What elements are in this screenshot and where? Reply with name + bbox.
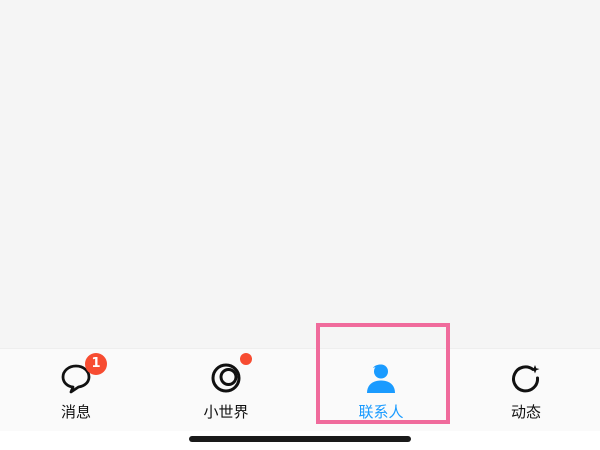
tab-messages[interactable]: 1 消息 bbox=[16, 349, 136, 431]
tab-feed-label: 动态 bbox=[510, 403, 541, 421]
world-ring-icon bbox=[209, 361, 243, 395]
unread-count-badge: 1 bbox=[85, 353, 107, 375]
contact-person-icon bbox=[364, 361, 398, 395]
new-content-dot-badge bbox=[240, 353, 252, 365]
tab-small-world[interactable]: 小世界 bbox=[166, 349, 286, 431]
tab-messages-label: 消息 bbox=[60, 403, 91, 421]
app-screen: 1 消息 小世界 联系人 动态 bbox=[0, 0, 600, 450]
feed-refresh-icon bbox=[509, 361, 543, 395]
tab-feed[interactable]: 动态 bbox=[466, 349, 586, 431]
tab-contacts[interactable]: 联系人 bbox=[321, 349, 441, 431]
contacts-content-area bbox=[0, 0, 600, 348]
home-indicator[interactable] bbox=[189, 436, 411, 442]
bottom-tab-bar: 1 消息 小世界 联系人 动态 bbox=[0, 348, 600, 431]
tab-contacts-label: 联系人 bbox=[358, 403, 404, 421]
tab-small-world-label: 小世界 bbox=[203, 403, 249, 421]
